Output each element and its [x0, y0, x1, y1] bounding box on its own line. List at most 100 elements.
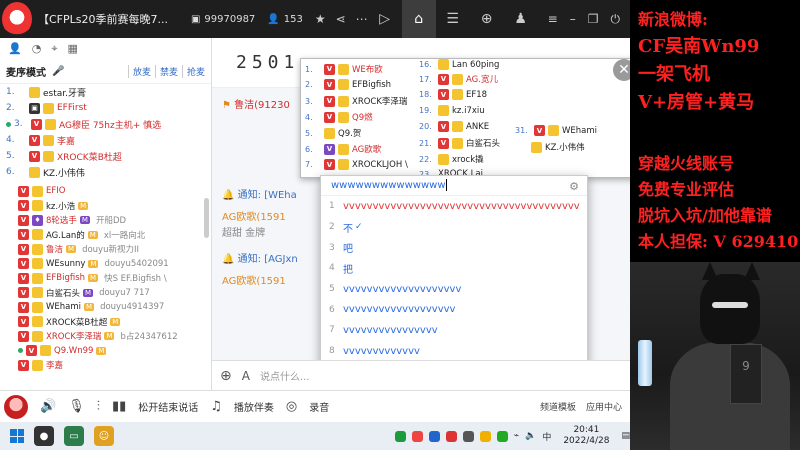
list-item[interactable]: V XROCK李泽瑞 Mb占24347612 [0, 329, 211, 344]
list-item[interactable]: 4. V Q9燃 [305, 111, 373, 123]
list-item[interactable]: 6. V AG欧歌 [305, 143, 381, 155]
list-item[interactable]: 16. Lan 60ping [419, 59, 499, 70]
list-item[interactable]: 21. V 白鲨石头 [419, 137, 500, 149]
push-to-talk-label[interactable]: 松开结束说话 [138, 399, 198, 414]
queue-item[interactable]: 2. ▣ EFFirst [0, 100, 211, 116]
tray-app-icon[interactable] [496, 430, 508, 442]
list-item[interactable]: V AG.Lan的 Mxl一路向北 [0, 228, 211, 243]
tray-app-icon[interactable] [462, 430, 474, 442]
chat-input[interactable]: 说点什么... [260, 368, 310, 383]
ime-candidate[interactable]: 3吧 [321, 237, 587, 258]
gamepad-icon[interactable]: ⊕ [220, 368, 232, 384]
queue-item[interactable]: 6. KZ.小伟伟 [0, 164, 211, 180]
more-icon[interactable]: ⋯ [356, 12, 368, 26]
list-item[interactable]: V EFIO [0, 184, 211, 199]
gamepad-icon[interactable]: ⊕ [470, 0, 504, 38]
user-icon[interactable]: 👤 [8, 42, 22, 56]
list-item[interactable]: V WEhami Mdouyu4914397 [0, 300, 211, 315]
translate-icon[interactable]: A [242, 369, 250, 383]
list-item[interactable]: 2. V EFBigfish [305, 79, 391, 90]
network-icon[interactable]: ⌁ [514, 431, 519, 441]
windows-start-icon[interactable] [10, 429, 24, 443]
audio-bars-icon[interactable]: ▮▮ [112, 399, 126, 414]
mixer-icon[interactable]: ⫶ [97, 399, 100, 414]
queue-item[interactable]: 3. V AG穆臣 75hz主机+ 慎选 [0, 116, 211, 132]
ime-candidate[interactable]: 1 vvvvvvvvvvvvvvvvvvvvvvvvvvvvvvvvvvvvvvv… [321, 196, 587, 217]
nvidia-icon[interactable] [394, 430, 406, 442]
obs-icon[interactable]: ● [34, 426, 54, 446]
list-item[interactable]: V ♦ 8轮选手 M 开船DD [0, 213, 211, 228]
record-button[interactable]: 录音 [309, 399, 329, 414]
app-window-icon[interactable]: ▭ [64, 426, 84, 446]
list-item[interactable]: 18. V EF18 [419, 89, 487, 100]
list-item[interactable]: V XROCK菜B杜超 M [0, 315, 211, 330]
ime-candidate[interactable]: 6 vvvvvvvvvvvvvvvvvvv [321, 299, 587, 320]
list-item[interactable]: 3. V XROCK李泽瑞 [305, 95, 407, 107]
clock[interactable]: 20:41 2022/4/28 [557, 425, 615, 447]
scrollbar[interactable] [204, 198, 209, 238]
chat-icon[interactable]: ◔ [32, 42, 42, 56]
notification-icon[interactable]: ▤ [621, 431, 630, 441]
tray-app-icon[interactable] [479, 430, 491, 442]
accompaniment-button[interactable]: 播放伴奏 [234, 399, 274, 414]
list-item[interactable]: 19. kz.i7xiu [419, 105, 485, 116]
viewer-list: V EFIO Vkz.小浩 M V ♦ 8轮选手 M 开船DD V AG.Lan的 Mxl一路向… [0, 184, 211, 373]
list-item[interactable]: 17. V AG.宽儿 [419, 73, 498, 85]
list-item[interactable]: 7. V XROCKLJOH \ [305, 159, 408, 170]
tray-app-icon[interactable] [428, 430, 440, 442]
list-item[interactable]: 5. Q9.贺 [305, 127, 361, 139]
list-item[interactable]: 22. xrock撬 [419, 153, 484, 165]
tray-app-icon[interactable] [411, 430, 423, 442]
avatar[interactable] [4, 394, 28, 419]
list-item[interactable]: Vkz.小浩 M [0, 199, 211, 214]
list-item[interactable]: V 鲁洁 Mdouyu新视力II [0, 242, 211, 257]
record-icon[interactable]: ◎ [286, 399, 297, 414]
shirt-icon[interactable]: ♟ [504, 0, 538, 38]
home-icon[interactable]: ⌂ [401, 0, 436, 38]
mic-mode-label[interactable]: 麦序模式 [6, 64, 46, 79]
music-icon[interactable]: ♫ [210, 399, 222, 414]
ime-candidate[interactable]: 4把 [321, 258, 587, 279]
video-icon[interactable]: ▷ [368, 0, 402, 38]
release-mic-link[interactable]: 放麦 [127, 65, 151, 78]
mic-off-icon[interactable]: 🎤 [52, 66, 64, 77]
speaker-icon[interactable]: 🔊 [40, 399, 56, 414]
share-icon[interactable]: ⋖ [336, 12, 346, 26]
list-item[interactable]: 1. V WE布欧 [305, 63, 383, 75]
tray-app-icon[interactable] [445, 430, 457, 442]
channel-template-button[interactable]: 频道模板 [540, 400, 576, 413]
queue-item[interactable]: 1. estar.牙膏 [0, 84, 211, 100]
menu-icon[interactable]: ≡ [548, 12, 558, 27]
queue-item[interactable]: 4. V 李嘉 [0, 132, 211, 148]
channel-avatar[interactable] [2, 2, 32, 36]
list-item[interactable]: V EFBigfish M 快S EF.Bigfish \ [0, 271, 211, 286]
list-icon[interactable]: ☰ [436, 0, 470, 38]
list-item[interactable]: V 李嘉 [0, 358, 211, 373]
grab-mic-link[interactable]: 抢麦 [181, 65, 205, 78]
ime-candidate[interactable]: 7 vvvvvvvvvvvvvvvv [321, 320, 587, 341]
location-icon[interactable]: ⌖ [51, 42, 57, 56]
ime-candidate[interactable]: 8 vvvvvvvvvvvvv [321, 341, 587, 362]
list-item[interactable]: 31. V WEhami [515, 125, 597, 136]
list-item[interactable]: V WEsunny Mdouyu5402091 [0, 257, 211, 272]
ime-candidate[interactable]: 2 不 ✓ [321, 217, 587, 238]
settings-icon[interactable]: ⚙ [569, 180, 579, 193]
list-item[interactable]: 20. V ANKE [419, 121, 489, 132]
level-badge-icon: M [104, 332, 115, 341]
list-item[interactable]: V 白鲨石头 Mdouyu7 717 [0, 286, 211, 301]
app-center-button[interactable]: 应用中心 [586, 400, 622, 413]
minimize-icon[interactable]: – [570, 12, 576, 27]
list-item[interactable]: KZ.小伟伟 [531, 141, 585, 153]
power-icon[interactable]: ⏻ [611, 12, 621, 27]
restore-icon[interactable]: ❐ [588, 12, 599, 27]
ban-mic-link[interactable]: 禁麦 [154, 65, 178, 78]
ime-candidate[interactable]: 5 vvvvvvvvvvvvvvvvvvvv [321, 279, 587, 300]
volume-icon[interactable]: 🔈 [525, 431, 536, 441]
ime-indicator[interactable]: 中 [542, 430, 551, 443]
star-icon[interactable]: ★ [315, 12, 326, 26]
grid-icon[interactable]: ▦ [68, 42, 78, 56]
microphone-icon[interactable]: 🎙 [68, 399, 85, 414]
list-item[interactable]: V Q9.Wn99 M [0, 344, 211, 359]
app-face-icon[interactable]: ☺ [94, 426, 114, 446]
queue-item[interactable]: 5. V XROCK菜B杜超 [0, 148, 211, 164]
